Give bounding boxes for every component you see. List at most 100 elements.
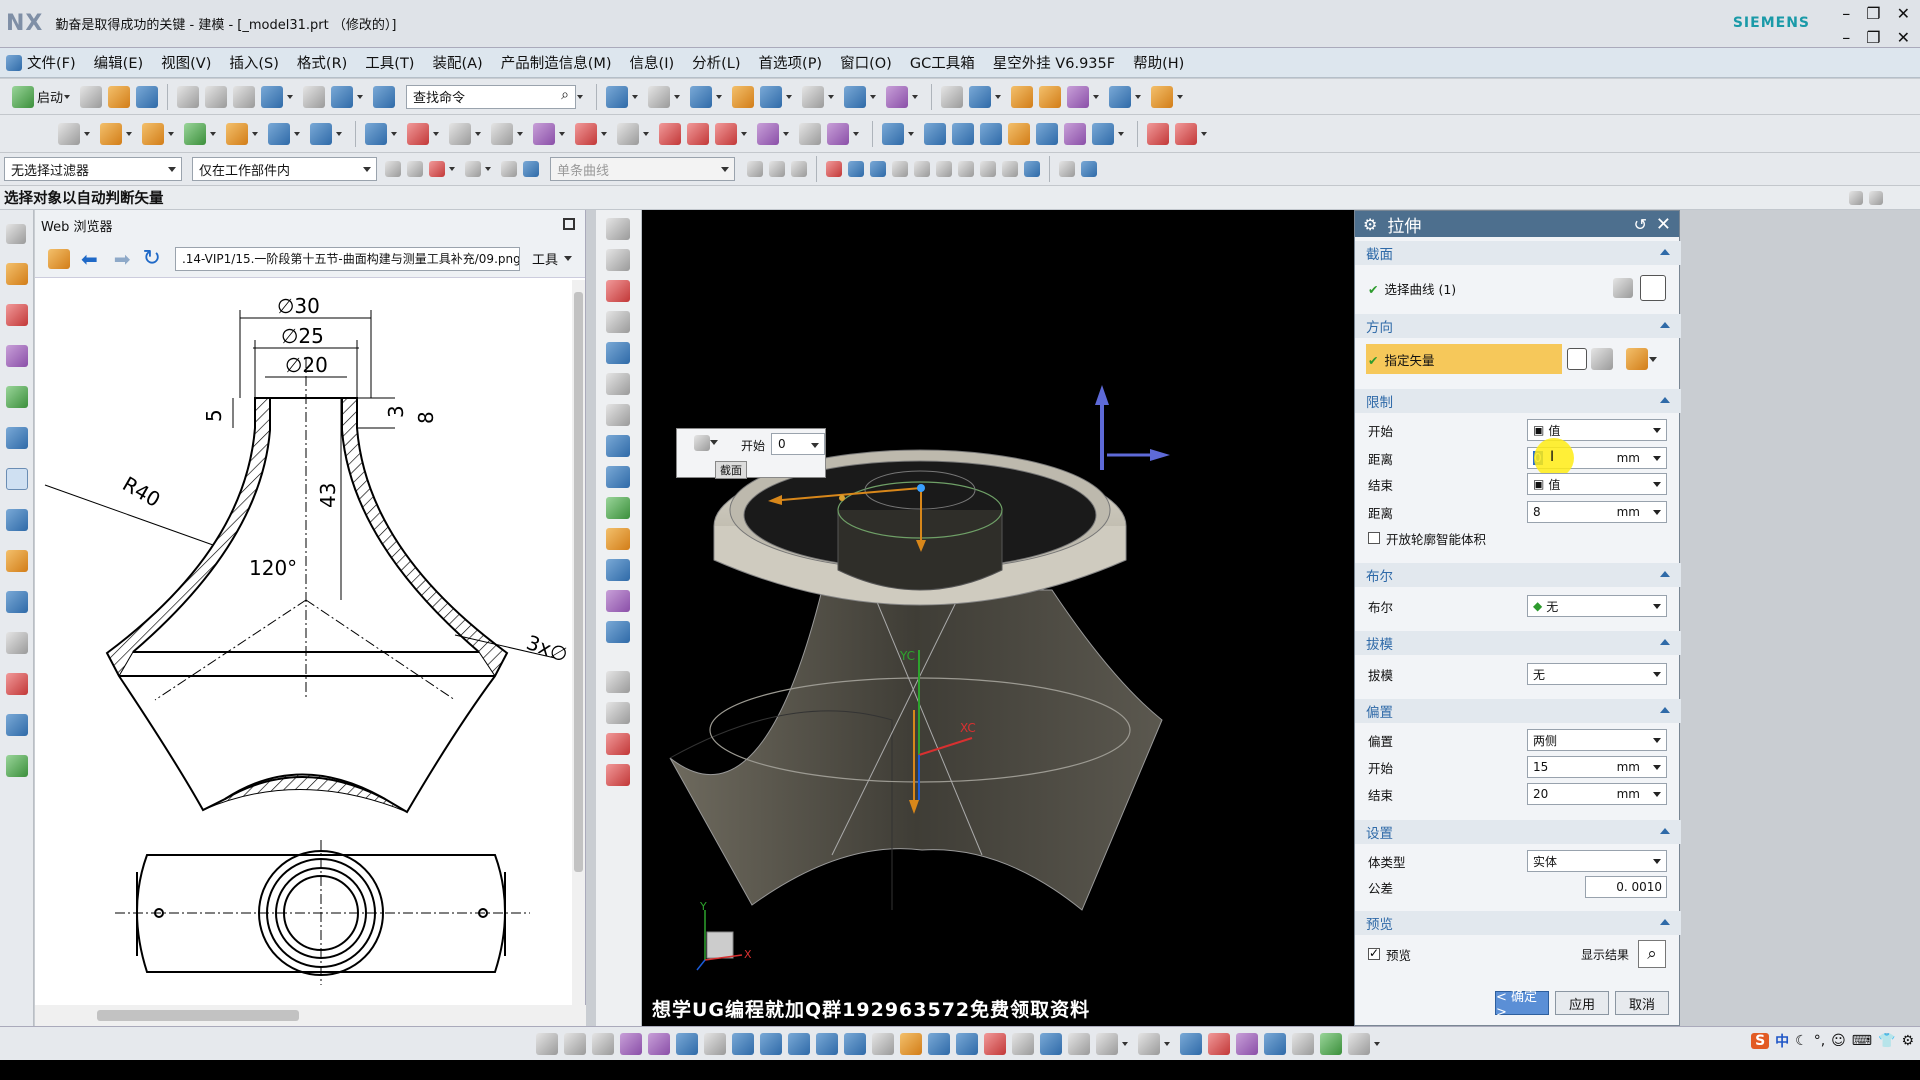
draft-select[interactable]: 无 — [1527, 663, 1667, 685]
back-arrow-icon[interactable]: ⬅ — [81, 247, 98, 271]
end-type-select[interactable]: ▣ 值 — [1527, 473, 1667, 495]
start-value-input[interactable]: 0 — [771, 433, 825, 455]
smile-icon[interactable]: ☺ — [1831, 1033, 1846, 1049]
maximize-panel-icon[interactable] — [563, 218, 575, 230]
transform-icon[interactable] — [956, 1032, 978, 1055]
trim-sheet-icon[interactable] — [1092, 122, 1114, 145]
point-on-curve-icon[interactable] — [1002, 161, 1018, 177]
work-layer-icon[interactable] — [1236, 1032, 1258, 1055]
thread-dropdown[interactable] — [782, 123, 790, 145]
box-select-dropdown[interactable] — [484, 158, 492, 180]
window-dropdown[interactable] — [356, 86, 364, 108]
paste-icon[interactable] — [233, 85, 256, 108]
curve-select-icon[interactable] — [1640, 275, 1666, 301]
arc-center-icon[interactable] — [936, 161, 952, 177]
analysis-icon[interactable] — [1011, 85, 1034, 108]
layer-icon[interactable] — [732, 85, 755, 108]
start-dropdown[interactable] — [63, 86, 71, 108]
extrude-icon[interactable] — [142, 122, 164, 145]
orient-view-icon[interactable] — [760, 85, 783, 108]
menu-tools[interactable]: 工具(T) — [363, 50, 416, 75]
grid-dropdown[interactable] — [1134, 86, 1142, 108]
offset-end-input[interactable]: 20 mm — [1527, 783, 1667, 805]
sync-dropdown[interactable] — [390, 123, 398, 145]
value-type-icon[interactable] — [694, 435, 710, 451]
draft-header[interactable]: 拔模 — [1355, 631, 1681, 655]
emboss-dropdown[interactable] — [740, 123, 748, 145]
mesh-surface-icon[interactable] — [952, 122, 974, 145]
menu-insert[interactable]: 插入(S) — [227, 50, 281, 75]
ime-logo-icon[interactable]: S — [1751, 1033, 1770, 1049]
type-filter-select[interactable]: 无选择过滤器 — [4, 157, 182, 181]
hd3d-icon[interactable] — [6, 427, 28, 449]
pmi-icon[interactable] — [1320, 1032, 1342, 1055]
bridge-curve-icon[interactable] — [606, 621, 630, 643]
polygon-icon[interactable] — [606, 373, 630, 395]
offset-start-input[interactable]: 15 mm — [1527, 756, 1667, 778]
edit-surface-icon[interactable] — [1147, 122, 1169, 145]
hole-icon[interactable] — [226, 122, 248, 145]
thread-icon[interactable] — [757, 122, 779, 145]
composite-curve-icon[interactable] — [606, 590, 630, 612]
inferred-vector-icon[interactable] — [1626, 348, 1648, 370]
reset-icon[interactable]: ↺ — [1634, 215, 1647, 234]
menu-view[interactable]: 视图(V) — [159, 50, 213, 75]
minimize-button[interactable]: – — [1842, 4, 1850, 23]
boolean-dropdown[interactable] — [209, 123, 217, 145]
gear-icon[interactable] — [6, 224, 26, 244]
box-select-icon[interactable] — [465, 161, 481, 177]
move-dropdown[interactable] — [1092, 86, 1100, 108]
search-dropdown[interactable] — [576, 86, 584, 108]
trim-body-icon[interactable] — [407, 122, 429, 145]
thicken-icon[interactable] — [687, 122, 709, 145]
specify-vector-row[interactable]: ✔ 指定矢量 — [1366, 344, 1562, 374]
control-point-icon[interactable] — [892, 161, 908, 177]
browser-horizontal-scrollbar[interactable] — [35, 1005, 586, 1026]
move-icon[interactable] — [1067, 85, 1090, 108]
menu-plugin[interactable]: 星空外挂 V6.935F — [991, 50, 1117, 75]
cut-icon[interactable] — [177, 85, 200, 108]
menu-pmi[interactable]: 产品制造信息(M) — [499, 50, 614, 75]
orient-view-dropdown[interactable] — [785, 86, 793, 108]
surface-dropdown[interactable] — [907, 123, 915, 145]
magnifier-icon[interactable]: ⌕ — [1638, 940, 1666, 968]
body-type-select[interactable]: 实体 — [1527, 850, 1667, 872]
sew-icon[interactable] — [1064, 122, 1086, 145]
doc-restore-button[interactable]: ❐ — [1866, 28, 1880, 47]
scroll-thumb[interactable] — [574, 292, 583, 872]
top-border-bar-icon[interactable] — [536, 1032, 558, 1055]
forward-arrow-icon[interactable]: ➡ — [114, 247, 131, 271]
doc-minimize-button[interactable]: – — [1842, 28, 1850, 47]
open-profile-row[interactable]: 开放轮廓智能体积 — [1355, 525, 1681, 551]
blend-icon[interactable] — [310, 122, 332, 145]
keyboard-icon[interactable]: ⌨ — [1852, 1033, 1872, 1049]
history-icon[interactable] — [6, 509, 28, 531]
doc-close-button[interactable]: ✕ — [1897, 28, 1910, 47]
process-studio-icon[interactable] — [6, 591, 28, 613]
history-icon[interactable] — [799, 122, 821, 145]
menu-info[interactable]: 信息(I) — [628, 50, 677, 75]
shell-dropdown[interactable] — [293, 123, 301, 145]
vector-dialog-icon[interactable] — [1591, 348, 1613, 370]
tools-menu[interactable]: 工具 — [532, 249, 558, 268]
select-all-icon[interactable] — [429, 161, 445, 177]
mid-point-icon[interactable] — [870, 161, 886, 177]
eraser-icon[interactable] — [1292, 1032, 1314, 1055]
rectangle-select-icon[interactable] — [1096, 1032, 1118, 1055]
open-profile-checkbox[interactable] — [1368, 531, 1380, 544]
pattern-dropdown[interactable] — [558, 123, 566, 145]
redo-icon[interactable] — [303, 85, 326, 108]
x-form-icon[interactable] — [1175, 122, 1197, 145]
clipping-icon[interactable] — [844, 1032, 866, 1055]
trim-dropdown[interactable] — [432, 123, 440, 145]
blend-dropdown[interactable] — [335, 123, 343, 145]
divide-curve-icon[interactable] — [606, 702, 630, 724]
save-icon[interactable] — [136, 85, 159, 108]
copy-icon[interactable] — [205, 85, 228, 108]
intersection-point-icon[interactable] — [914, 161, 930, 177]
start-distance-input[interactable]: 0 I mm — [1527, 438, 1667, 478]
wireframe-icon[interactable] — [788, 1032, 810, 1055]
zoom-icon[interactable] — [732, 1032, 754, 1055]
snap-dropdown[interactable] — [994, 86, 1002, 108]
new-file-icon[interactable] — [80, 85, 103, 108]
